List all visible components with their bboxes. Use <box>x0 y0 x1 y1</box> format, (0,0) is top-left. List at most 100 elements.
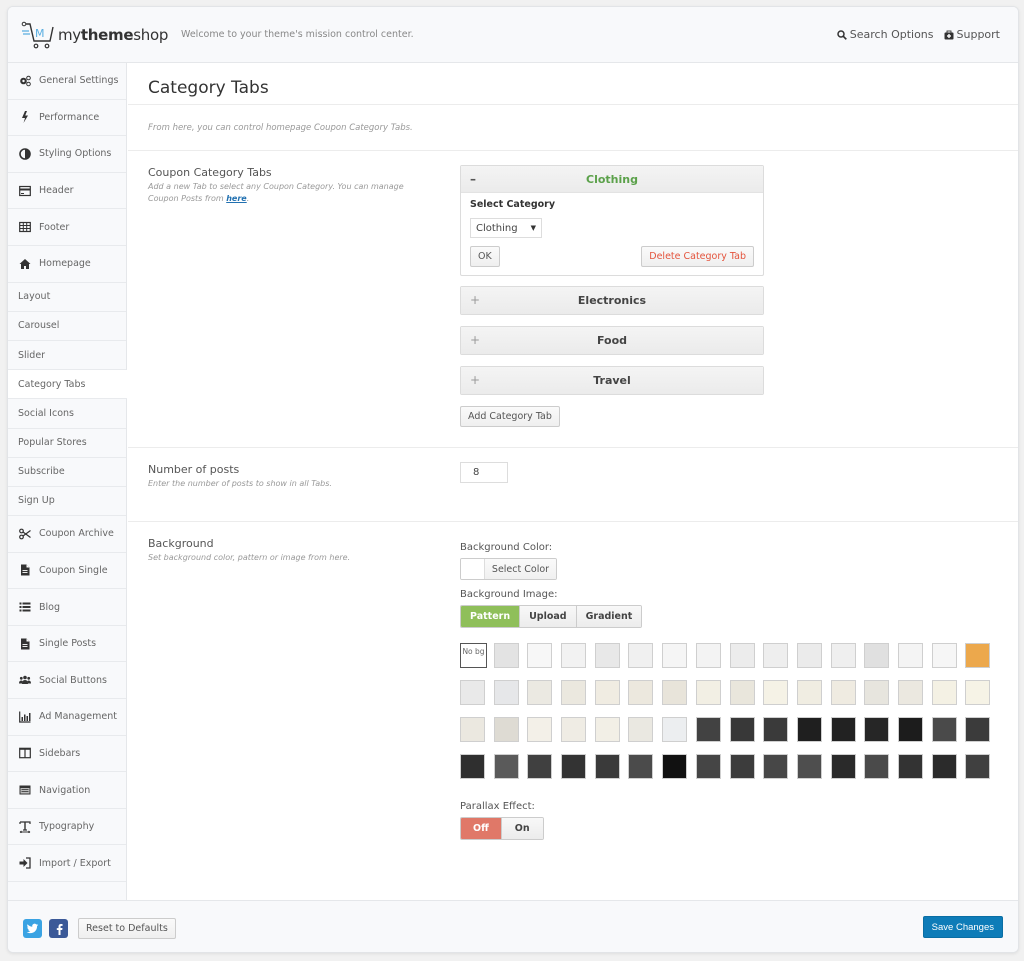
support-link[interactable]: Support <box>944 28 1000 41</box>
pattern-swatch[interactable] <box>729 643 755 668</box>
pattern-swatch[interactable] <box>561 643 587 668</box>
no-background-pattern[interactable]: No bg <box>460 643 487 668</box>
logo[interactable]: M mythemeshop <box>20 21 168 49</box>
pattern-swatch[interactable] <box>897 680 923 705</box>
pattern-swatch[interactable] <box>763 643 789 668</box>
pattern-swatch[interactable] <box>830 680 856 705</box>
pattern-swatch[interactable] <box>561 754 587 779</box>
pattern-swatch[interactable] <box>965 717 991 742</box>
upload-mode-button[interactable]: Upload <box>520 606 577 627</box>
pattern-swatch[interactable] <box>965 643 991 668</box>
pattern-swatch[interactable] <box>864 717 890 742</box>
pattern-swatch[interactable] <box>527 680 553 705</box>
sidebar-item-sign-up[interactable]: Sign Up <box>8 487 126 517</box>
pattern-swatch[interactable] <box>527 643 553 668</box>
pattern-swatch[interactable] <box>594 643 620 668</box>
pattern-swatch[interactable] <box>460 717 485 742</box>
pattern-swatch[interactable] <box>493 680 519 705</box>
sidebar-item-layout[interactable]: Layout <box>8 283 126 312</box>
background-color-picker[interactable]: Select Color <box>460 558 557 580</box>
add-category-tab-button[interactable]: Add Category Tab <box>460 406 560 427</box>
pattern-swatch[interactable] <box>561 717 587 742</box>
sidebar-item-typography[interactable]: Typography <box>8 809 126 846</box>
pattern-swatch[interactable] <box>864 680 890 705</box>
sidebar-item-general-settings[interactable]: General Settings <box>8 63 126 100</box>
pattern-swatch[interactable] <box>763 717 789 742</box>
sidebar-item-blog[interactable]: Blog <box>8 589 126 626</box>
parallax-off-button[interactable]: Off <box>461 818 502 839</box>
pattern-swatch[interactable] <box>796 680 822 705</box>
pattern-swatch[interactable] <box>796 643 822 668</box>
pattern-swatch[interactable] <box>931 717 957 742</box>
sidebar-item-carousel[interactable]: Carousel <box>8 312 126 341</box>
sidebar-item-import-export[interactable]: Import / Export <box>8 845 126 882</box>
sidebar-item-coupon-single[interactable]: Coupon Single <box>8 553 126 590</box>
sidebar-item-subscribe[interactable]: Subscribe <box>8 458 126 487</box>
pattern-swatch[interactable] <box>965 754 991 779</box>
pattern-swatch[interactable] <box>830 754 856 779</box>
pattern-swatch[interactable] <box>493 717 519 742</box>
category-tab-header[interactable]: – Clothing <box>461 166 763 193</box>
pattern-swatch[interactable] <box>695 680 721 705</box>
pattern-swatch[interactable] <box>695 643 721 668</box>
pattern-swatch[interactable] <box>965 680 991 705</box>
sidebar-item-social-icons[interactable]: Social Icons <box>8 399 126 429</box>
sidebar-item-popular-stores[interactable]: Popular Stores <box>8 429 126 458</box>
pattern-swatch[interactable] <box>561 680 587 705</box>
sidebar-item-ad-management[interactable]: Ad Management <box>8 699 126 736</box>
pattern-swatch[interactable] <box>628 643 654 668</box>
sidebar-item-header[interactable]: Header <box>8 173 126 210</box>
pattern-swatch[interactable] <box>662 754 688 779</box>
category-select[interactable]: Clothing ▼ <box>470 218 542 238</box>
parallax-on-button[interactable]: On <box>501 818 543 839</box>
sidebar-item-styling-options[interactable]: Styling Options <box>8 136 126 173</box>
pattern-swatch[interactable] <box>763 680 789 705</box>
sidebar-item-social-buttons[interactable]: Social Buttons <box>8 662 126 700</box>
pattern-swatch[interactable] <box>695 754 721 779</box>
pattern-swatch[interactable] <box>662 717 688 742</box>
pattern-swatch[interactable] <box>897 643 923 668</box>
pattern-swatch[interactable] <box>628 717 654 742</box>
pattern-swatch[interactable] <box>897 717 923 742</box>
pattern-swatch[interactable] <box>628 680 654 705</box>
category-tab-header[interactable]: + Food <box>461 327 763 354</box>
pattern-swatch[interactable] <box>729 680 755 705</box>
pattern-swatch[interactable] <box>695 717 721 742</box>
pattern-swatch[interactable] <box>527 717 553 742</box>
pattern-swatch[interactable] <box>460 754 485 779</box>
search-options-link[interactable]: Search Options <box>837 28 934 41</box>
sidebar-item-slider[interactable]: Slider <box>8 341 126 371</box>
pattern-swatch[interactable] <box>897 754 923 779</box>
pattern-swatch[interactable] <box>493 754 519 779</box>
sidebar-item-footer[interactable]: Footer <box>8 209 126 246</box>
pattern-swatch[interactable] <box>796 717 822 742</box>
pattern-swatch[interactable] <box>864 754 890 779</box>
sidebar-item-navigation[interactable]: Navigation <box>8 772 126 809</box>
sidebar-item-sidebars[interactable]: Sidebars <box>8 736 126 773</box>
gradient-mode-button[interactable]: Gradient <box>576 606 642 627</box>
pattern-swatch[interactable] <box>527 754 553 779</box>
category-tab-header[interactable]: + Electronics <box>461 287 763 314</box>
pattern-swatch[interactable] <box>493 643 519 668</box>
pattern-swatch[interactable] <box>729 754 755 779</box>
pattern-swatch[interactable] <box>931 643 957 668</box>
pattern-swatch[interactable] <box>729 717 755 742</box>
delete-category-tab-button[interactable]: Delete Category Tab <box>641 246 754 267</box>
reset-to-defaults-button[interactable]: Reset to Defaults <box>78 918 176 939</box>
manage-coupons-link[interactable]: here <box>226 194 247 203</box>
num-posts-input[interactable] <box>460 462 508 483</box>
ok-button[interactable]: OK <box>470 246 500 267</box>
category-tab-header[interactable]: + Travel <box>461 367 763 394</box>
twitter-icon[interactable] <box>23 919 42 938</box>
sidebar-item-coupon-archive[interactable]: Coupon Archive <box>8 516 126 553</box>
pattern-swatch[interactable] <box>763 754 789 779</box>
pattern-swatch[interactable] <box>796 754 822 779</box>
facebook-icon[interactable] <box>49 919 68 938</box>
pattern-swatch[interactable] <box>931 754 957 779</box>
pattern-swatch[interactable] <box>628 754 654 779</box>
pattern-swatch[interactable] <box>594 680 620 705</box>
pattern-swatch[interactable] <box>830 717 856 742</box>
pattern-swatch[interactable] <box>662 643 688 668</box>
pattern-swatch[interactable] <box>594 717 620 742</box>
pattern-swatch[interactable] <box>830 643 856 668</box>
